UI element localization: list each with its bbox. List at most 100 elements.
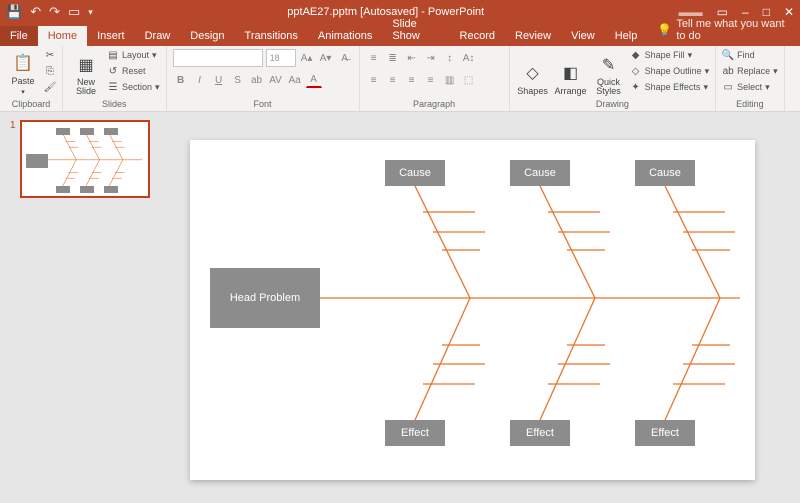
section-button[interactable]: ☰Section ▾ (107, 80, 160, 94)
strike-button[interactable]: S (230, 72, 246, 88)
tab-help[interactable]: Help (605, 26, 648, 46)
thumbnail-number: 1 (10, 120, 16, 198)
section-icon: ☰ (107, 81, 119, 93)
head-problem-node[interactable]: Head Problem (210, 268, 320, 328)
font-color-button[interactable]: A (306, 72, 322, 88)
tab-draw[interactable]: Draw (135, 26, 181, 46)
copy-button[interactable]: ⎘ (44, 64, 56, 78)
cause-node-3[interactable]: Cause (635, 160, 695, 186)
font-group-label: Font (173, 99, 353, 111)
format-painter-button[interactable]: 🖌 (44, 80, 56, 94)
workspace: 1 (0, 112, 800, 503)
slide-thumbnail-panel: 1 (0, 112, 160, 503)
select-button[interactable]: ▭Select ▾ (722, 80, 778, 94)
new-slide-label: New Slide (76, 78, 96, 96)
columns-button[interactable]: ▥ (442, 72, 458, 88)
italic-button[interactable]: I (192, 72, 208, 88)
paste-button[interactable]: 📋 Paste ▾ (6, 48, 40, 96)
justify-button[interactable]: ≡ (423, 72, 439, 88)
replace-button[interactable]: abReplace ▾ (722, 64, 778, 78)
ribbon-tabs: File Home Insert Draw Design Transitions… (0, 24, 800, 46)
shape-effects-button[interactable]: ✦Shape Effects ▾ (630, 80, 710, 94)
undo-icon[interactable]: ↶ (30, 4, 41, 20)
align-center-button[interactable]: ≡ (385, 72, 401, 88)
effect-node-3[interactable]: Effect (635, 420, 695, 446)
smartart-button[interactable]: ⬚ (461, 72, 477, 88)
clipboard-group-label: Clipboard (6, 99, 56, 111)
tell-me-label: Tell me what you want to do (676, 18, 790, 42)
quick-styles-icon: ✎ (598, 54, 620, 76)
shadow-button[interactable]: ab (249, 72, 265, 88)
tab-transitions[interactable]: Transitions (235, 26, 308, 46)
tab-design[interactable]: Design (180, 26, 234, 46)
bold-button[interactable]: B (173, 72, 189, 88)
tab-view[interactable]: View (561, 26, 605, 46)
shapes-button[interactable]: ◇Shapes (516, 48, 550, 96)
find-button[interactable]: 🔍Find (722, 48, 778, 62)
tab-slideshow[interactable]: Slide Show (382, 14, 449, 46)
drawing-group-label: Drawing (516, 99, 710, 111)
bullets-button[interactable]: ≡ (366, 50, 382, 66)
indent-inc-button[interactable]: ⇥ (423, 50, 439, 66)
case-button[interactable]: Aa (287, 72, 303, 88)
arrange-button[interactable]: ◧Arrange (554, 48, 588, 96)
paste-label: Paste (11, 76, 34, 86)
quick-access-toolbar: 💾 ↶ ↷ ▭ ▾ (6, 4, 93, 20)
tab-insert[interactable]: Insert (87, 26, 135, 46)
new-slide-button[interactable]: ▦ New Slide (69, 48, 103, 96)
cause-node-2[interactable]: Cause (510, 160, 570, 186)
font-size-input[interactable]: 18 (266, 49, 296, 67)
clear-format-icon[interactable]: A̶ (337, 50, 353, 66)
spacing-button[interactable]: AV (268, 72, 284, 88)
indent-dec-button[interactable]: ⇤ (404, 50, 420, 66)
group-clipboard: 📋 Paste ▾ ✂ ⎘ 🖌 Clipboard (0, 46, 63, 111)
fill-icon: ◆ (630, 49, 642, 61)
quick-styles-button[interactable]: ✎Quick Styles (592, 48, 626, 96)
layout-button[interactable]: ▤Layout ▾ (107, 48, 160, 62)
group-slides: ▦ New Slide ▤Layout ▾ ↺Reset ☰Section ▾ … (63, 46, 167, 111)
slide-thumbnail-1[interactable] (20, 120, 150, 198)
group-editing: 🔍Find abReplace ▾ ▭Select ▾ Editing (716, 46, 785, 111)
tab-file[interactable]: File (0, 26, 38, 46)
group-paragraph: ≡ ≣ ⇤ ⇥ ↕ A↕ ≡ ≡ ≡ ≡ ▥ ⬚ Paragraph (360, 46, 510, 111)
copy-icon: ⎘ (44, 65, 56, 77)
effect-node-2[interactable]: Effect (510, 420, 570, 446)
tab-animations[interactable]: Animations (308, 26, 382, 46)
shape-fill-button[interactable]: ◆Shape Fill ▾ (630, 48, 710, 62)
shape-outline-button[interactable]: ◇Shape Outline ▾ (630, 64, 710, 78)
tell-me-search[interactable]: 💡 Tell me what you want to do (647, 14, 800, 46)
brush-icon: 🖌 (44, 81, 56, 93)
replace-icon: ab (722, 65, 734, 77)
tab-home[interactable]: Home (38, 26, 87, 46)
increase-font-icon[interactable]: A▴ (299, 50, 315, 66)
align-left-button[interactable]: ≡ (366, 72, 382, 88)
redo-icon[interactable]: ↷ (49, 4, 60, 20)
shapes-icon: ◇ (522, 62, 544, 84)
new-slide-icon: ▦ (75, 54, 97, 76)
qat-dropdown-icon[interactable]: ▾ (88, 7, 93, 18)
cut-icon: ✂ (44, 49, 56, 61)
paragraph-group-label: Paragraph (366, 99, 503, 111)
start-slideshow-icon[interactable]: ▭ (68, 4, 80, 20)
reset-button[interactable]: ↺Reset (107, 64, 160, 78)
decrease-font-icon[interactable]: A▾ (318, 50, 334, 66)
slide-1[interactable]: Head Problem Cause Cause Cause Effect Ef… (190, 140, 755, 480)
align-right-button[interactable]: ≡ (404, 72, 420, 88)
group-font: 18 A▴ A▾ A̶ B I U S ab AV Aa A Font (167, 46, 360, 111)
arrange-icon: ◧ (560, 62, 582, 84)
numbering-button[interactable]: ≣ (385, 50, 401, 66)
cut-button[interactable]: ✂ (44, 48, 56, 62)
save-icon[interactable]: 💾 (6, 4, 22, 20)
cause-node-1[interactable]: Cause (385, 160, 445, 186)
ribbon: 📋 Paste ▾ ✂ ⎘ 🖌 Clipboard ▦ New Slide ▤L… (0, 46, 800, 112)
tab-review[interactable]: Review (505, 26, 561, 46)
slide-canvas-area[interactable]: Head Problem Cause Cause Cause Effect Ef… (160, 112, 800, 503)
tab-record[interactable]: Record (450, 26, 505, 46)
outline-icon: ◇ (630, 65, 642, 77)
effect-node-1[interactable]: Effect (385, 420, 445, 446)
line-spacing-button[interactable]: ↕ (442, 50, 458, 66)
underline-button[interactable]: U (211, 72, 227, 88)
slides-group-label: Slides (69, 99, 160, 111)
font-family-input[interactable] (173, 49, 263, 67)
text-direction-button[interactable]: A↕ (461, 50, 477, 66)
